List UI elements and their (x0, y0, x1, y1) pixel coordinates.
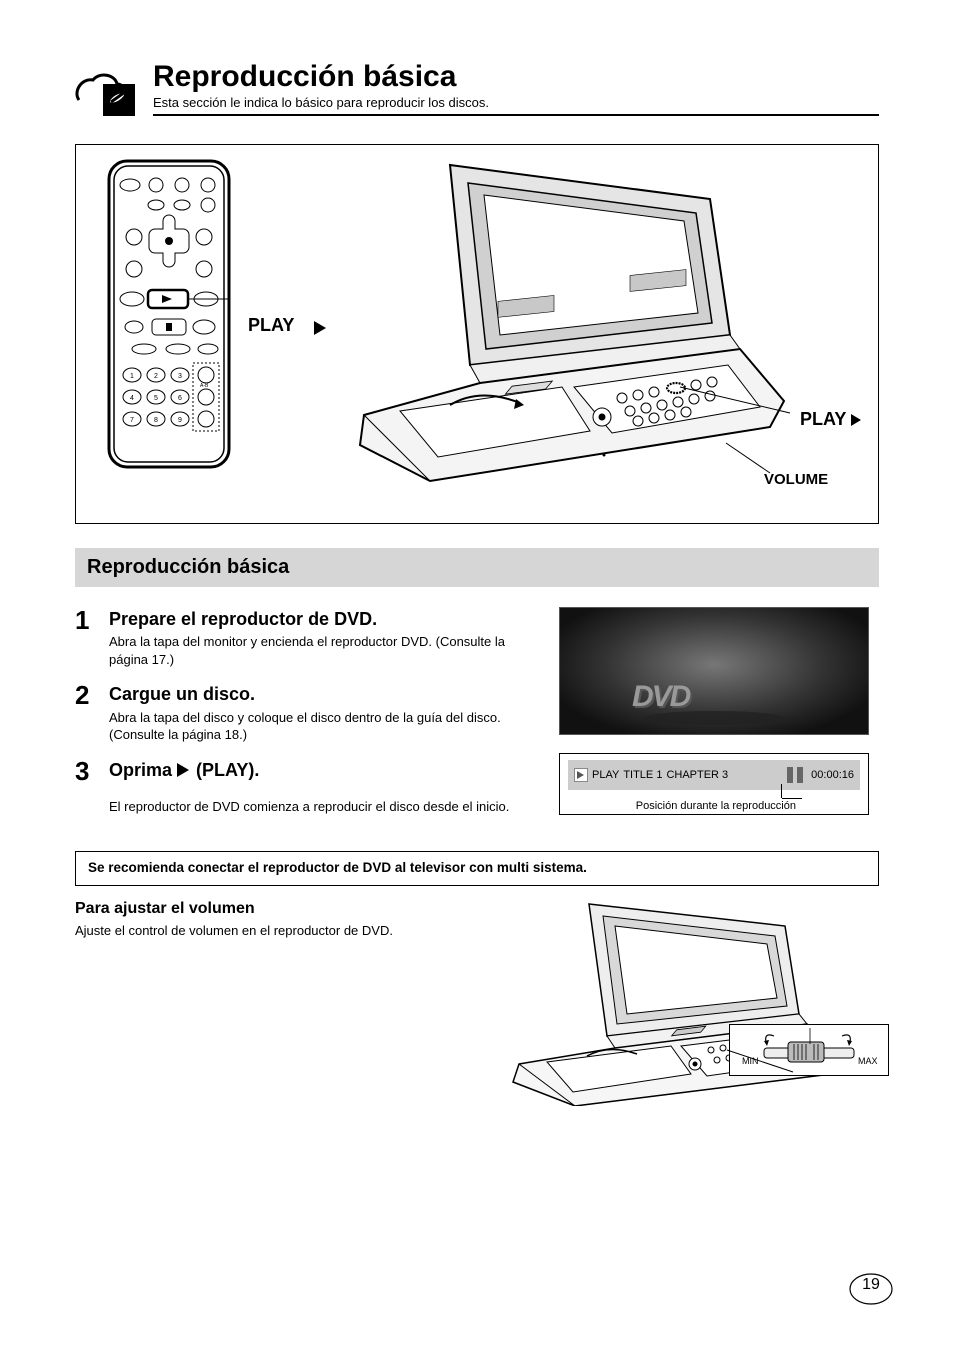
volume-section: Para ajustar el volumen Ajuste el contro… (75, 896, 879, 1106)
page-header: Reproducción básica Esta sección le indi… (75, 60, 879, 116)
osd-caption: Posición durante la reproducción (636, 800, 796, 812)
step-sub: Abra la tapa del disco y coloque el disc… (109, 709, 529, 744)
content-columns: 1 Prepare el reproductor de DVD. Abra la… (75, 607, 879, 815)
volume-body: Ajuste el control de volumen en el repro… (75, 922, 463, 940)
svg-text:5: 5 (154, 395, 158, 402)
device-illustration-box: 1 2 3 4 5 6 A-B 7 8 9 PLAY (75, 144, 879, 524)
svg-text:A-B: A-B (200, 383, 209, 389)
dvd-screen-preview: DVD DVD (559, 607, 869, 735)
page-number: 19 (854, 1276, 888, 1300)
steps-column: 1 Prepare el reproductor de DVD. Abra la… (75, 607, 529, 815)
volume-illustration-wrap: MIN MAX (489, 896, 879, 1106)
step-sub: Abra la tapa del monitor y encienda el r… (109, 633, 529, 668)
clip-icon (75, 64, 135, 116)
step-result: El reproductor de DVD comienza a reprodu… (109, 798, 529, 816)
volume-illustration: MIN MAX (489, 896, 879, 1106)
page-subtitle: Esta sección le indica lo básico para re… (153, 95, 879, 110)
play-icon (314, 321, 328, 335)
osd-display-box: PLAY TITLE 1 CHAPTER 3 00:00:16 Posición… (559, 753, 869, 815)
svg-text:6: 6 (178, 395, 182, 402)
osd-chapter-text: CHAPTER 3 (666, 769, 728, 781)
step-title-pre: Oprima (109, 760, 177, 780)
inset-leader-line (489, 896, 879, 1106)
dvd-logo-icon: DVD DVD (624, 678, 804, 726)
osd-bar: PLAY TITLE 1 CHAPTER 3 00:00:16 (568, 760, 860, 790)
note-box: Se recomienda conectar el reproductor de… (75, 852, 879, 886)
step-title: Oprima (PLAY). (109, 758, 529, 782)
svg-text:1: 1 (130, 373, 134, 380)
portable-dvd-illustration (330, 155, 800, 475)
play-icon (851, 414, 863, 426)
header-text-block: Reproducción básica Esta sección le indi… (153, 60, 879, 116)
step-1: 1 Prepare el reproductor de DVD. Abra la… (75, 607, 529, 668)
play-icon (177, 763, 191, 777)
svg-text:7: 7 (130, 417, 134, 424)
step-title-post: (PLAY). (196, 760, 259, 780)
osd-leader-line (782, 798, 802, 799)
step-2: 2 Cargue un disco. Abra la tapa del disc… (75, 682, 529, 743)
remote-control-illustration: 1 2 3 4 5 6 A-B 7 8 9 (104, 159, 234, 469)
svg-text:3: 3 (178, 373, 182, 380)
page-title: Reproducción básica (153, 60, 879, 93)
osd-time-text: 00:00:16 (811, 769, 854, 781)
play-label-player: PLAY (800, 409, 863, 430)
svg-text:9: 9 (178, 417, 182, 424)
step-number: 1 (75, 607, 109, 668)
osd-play-icon (574, 768, 588, 782)
svg-text:8: 8 (154, 417, 158, 424)
svg-text:DVD: DVD (632, 680, 691, 713)
step-number: 2 (75, 682, 109, 743)
svg-text:4: 4 (130, 395, 134, 402)
osd-progress-bars (787, 767, 803, 783)
svg-text:2: 2 (154, 373, 158, 380)
play-label-text: PLAY (800, 409, 846, 429)
section-heading: Reproducción básica (75, 548, 879, 587)
header-rule (153, 114, 879, 116)
step-3: 3 Oprima (PLAY). (75, 758, 529, 784)
volume-label: VOLUME (764, 471, 828, 488)
step-title: Cargue un disco. (109, 682, 529, 706)
preview-column: DVD DVD PLAY TITLE 1 CHAPTER 3 00:00:16 … (559, 607, 879, 815)
volume-text: Para ajustar el volumen Ajuste el contro… (75, 896, 463, 1106)
play-label-remote: PLAY (248, 315, 294, 336)
volume-title: Para ajustar el volumen (75, 900, 463, 918)
osd-title-text: TITLE 1 (623, 769, 662, 781)
osd-leader-line (781, 784, 782, 798)
step-title: Prepare el reproductor de DVD. (109, 607, 529, 631)
step-number: 3 (75, 758, 109, 784)
osd-play-text: PLAY (592, 769, 619, 781)
